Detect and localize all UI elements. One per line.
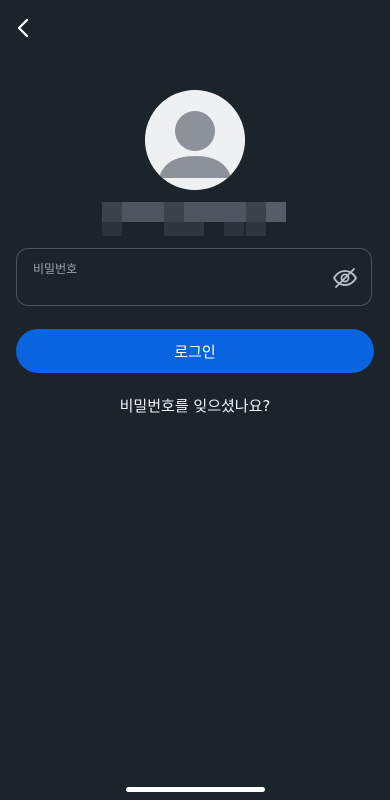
forgot-password-link[interactable]: 비밀번호를 잊으셨나요? <box>0 395 390 416</box>
back-button[interactable] <box>10 14 38 42</box>
chevron-left-icon <box>17 18 29 38</box>
masked-username <box>102 202 286 238</box>
avatar <box>145 90 245 190</box>
password-label: 비밀번호 <box>33 262 78 276</box>
login-button[interactable]: 로그인 <box>16 329 374 373</box>
password-visibility-toggle[interactable] <box>332 266 358 290</box>
pixelated-name-mask <box>102 202 286 236</box>
default-user-avatar-icon <box>145 90 245 190</box>
password-input[interactable] <box>32 279 332 299</box>
home-indicator <box>126 787 265 792</box>
login-screen: 비밀번호 로그인 비밀번호를 잊으셨나요? <box>0 0 390 800</box>
password-field[interactable]: 비밀번호 <box>16 248 372 306</box>
eye-off-icon <box>333 268 357 288</box>
